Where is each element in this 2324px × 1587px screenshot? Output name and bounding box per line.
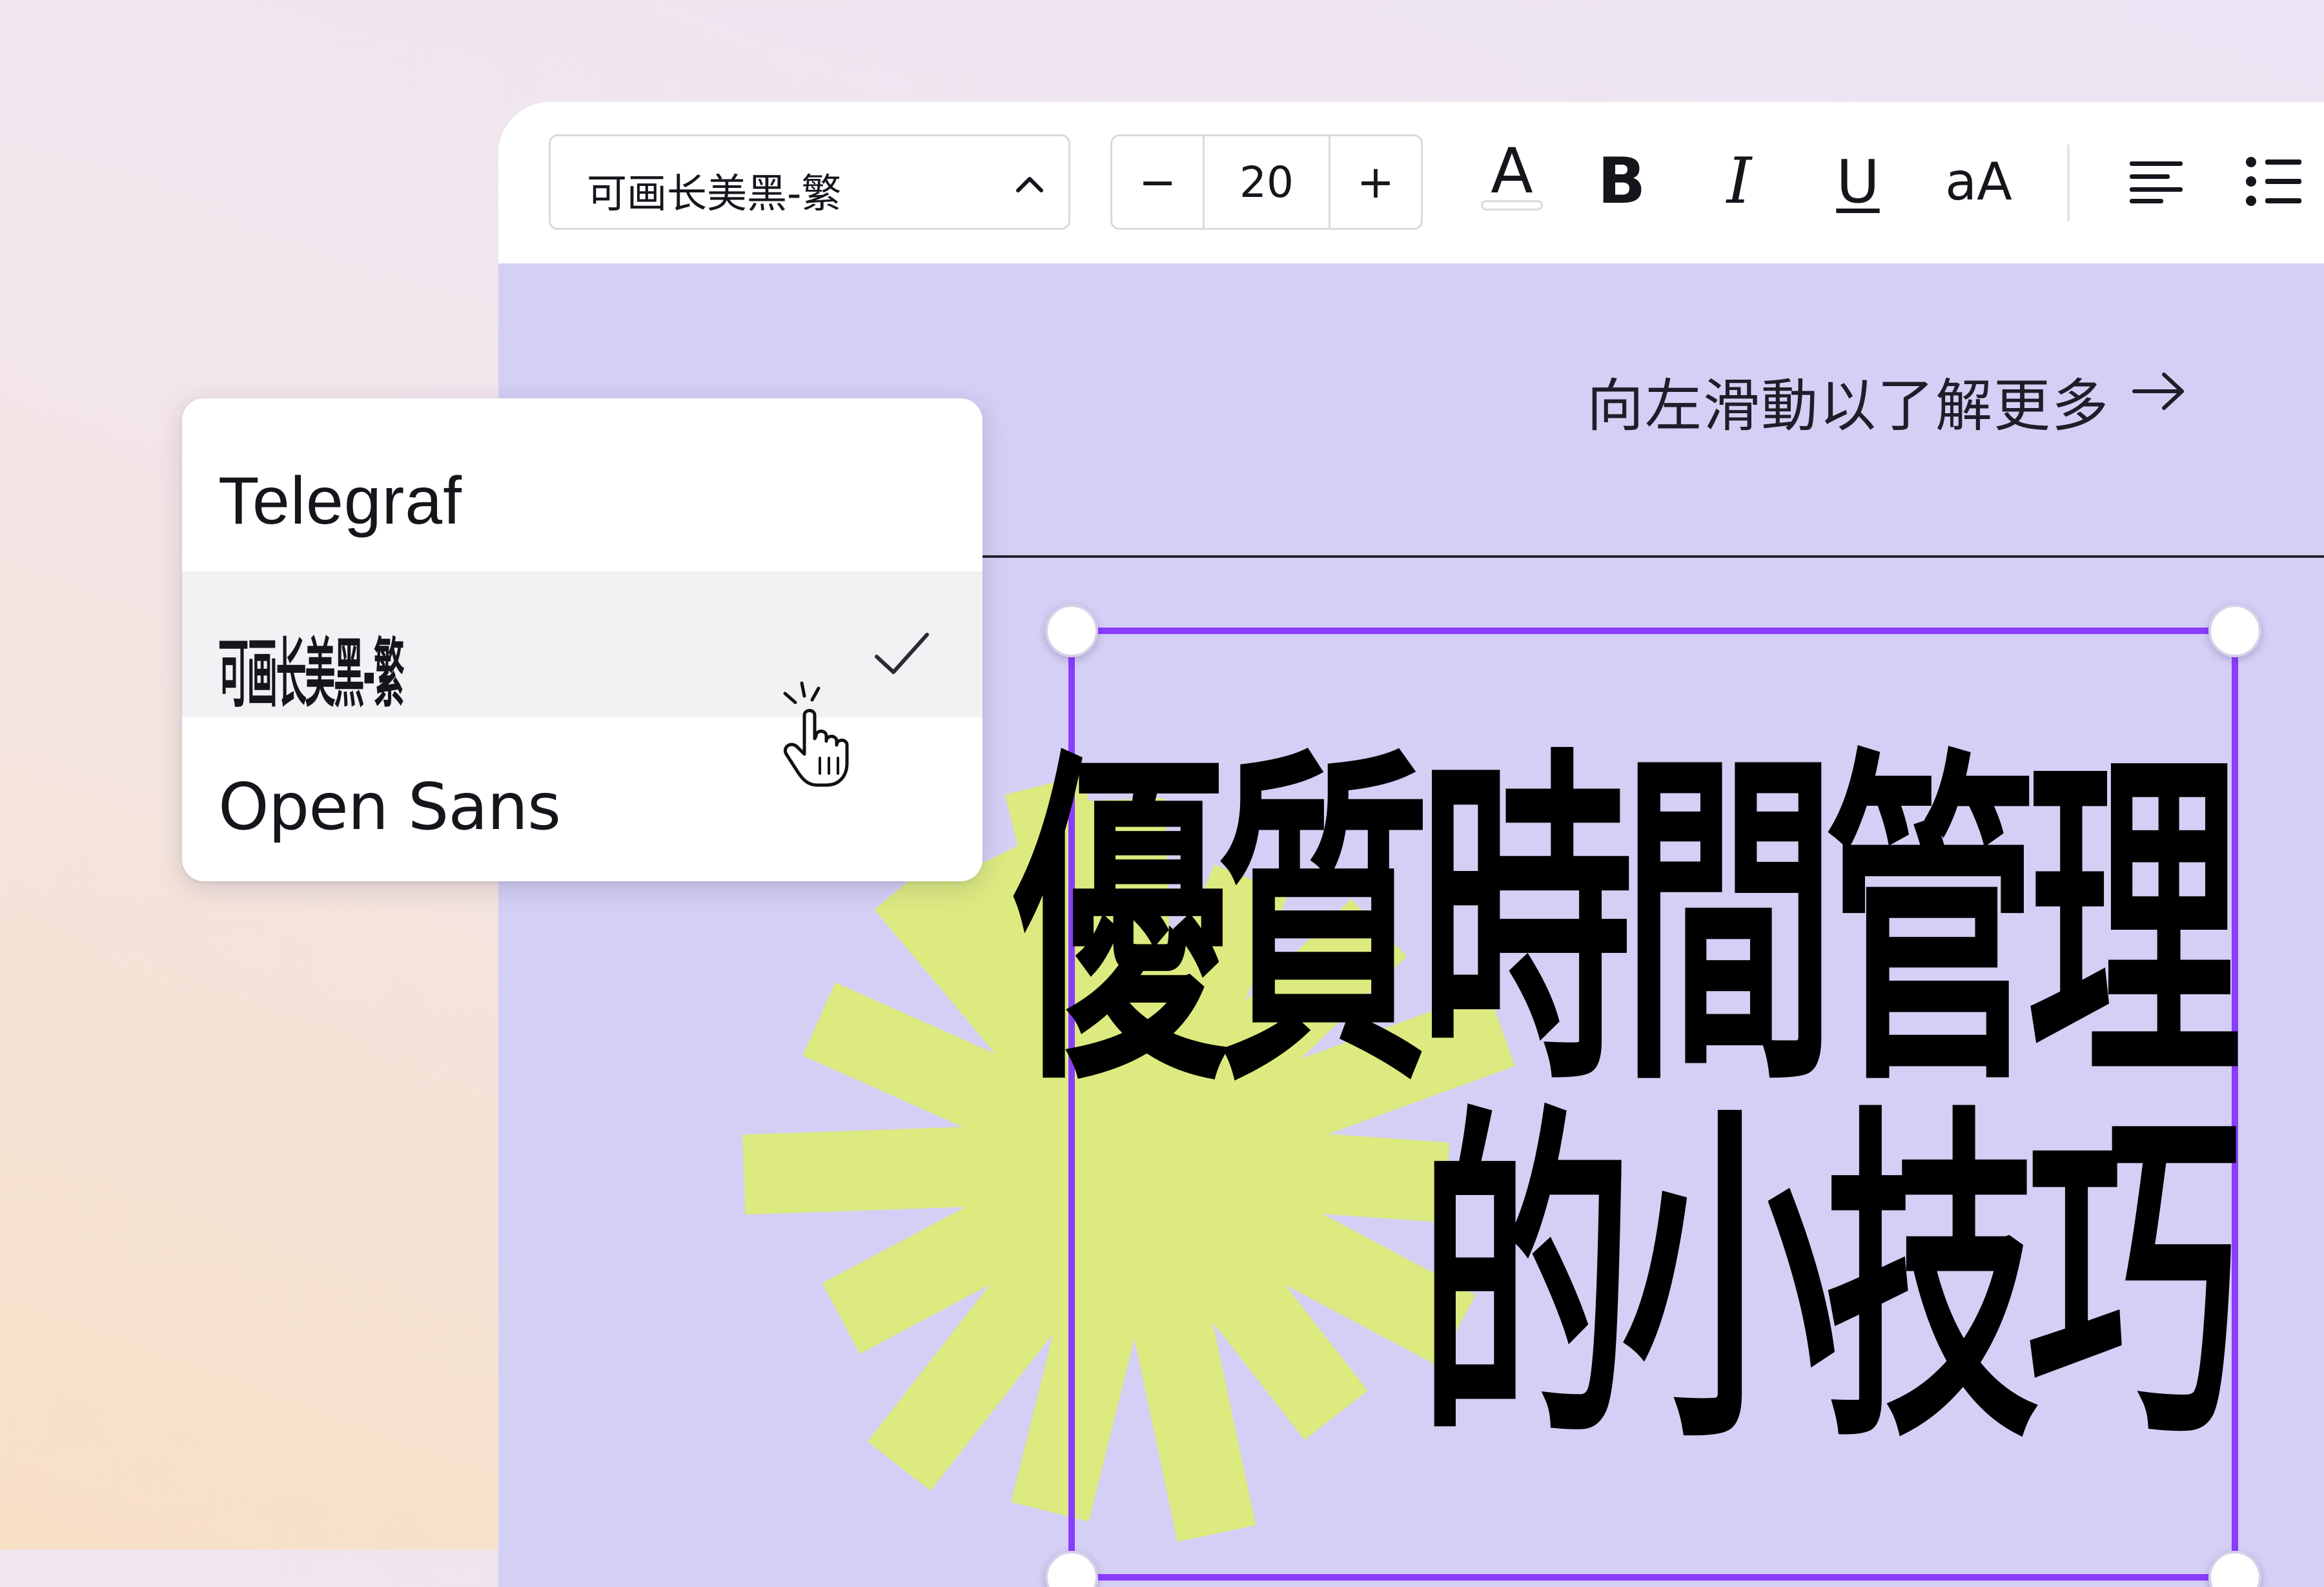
font-option-label: 可画长美黑-繁 <box>218 630 404 718</box>
text-color-swatch <box>1481 200 1543 210</box>
toolbar-divider <box>2067 145 2070 221</box>
font-size-decrease-button[interactable]: − <box>1112 136 1203 228</box>
pointer-hand-icon <box>783 681 849 787</box>
text-align-button[interactable] <box>2117 133 2195 230</box>
font-option-label: Telegraf <box>218 464 462 538</box>
font-dropdown-menu: Telegraf 可画长美黑-繁 Open Sans <box>182 398 983 881</box>
headline-text[interactable]: 優質時間管理 的小技巧 <box>1014 723 2241 1485</box>
text-color-button[interactable]: A <box>1467 133 1557 230</box>
underline-button[interactable]: U <box>1819 133 1897 230</box>
font-option-telegraf[interactable]: Telegraf <box>182 398 983 571</box>
headline-line-1: 優質時間管理 <box>1014 723 2241 1127</box>
font-family-value: 可画长美黑-繁 <box>587 170 842 217</box>
letter-case-icon: aA <box>1945 151 2012 212</box>
align-left-icon <box>2130 161 2183 203</box>
font-size-input[interactable]: 20 <box>1203 136 1330 228</box>
bullet-list-icon <box>2246 157 2301 206</box>
bold-icon: B <box>1597 145 1646 218</box>
text-color-icon: A <box>1491 135 1533 207</box>
checkmark-icon <box>875 633 929 674</box>
italic-icon: I <box>1726 145 1752 218</box>
arrow-right-icon <box>2132 373 2184 410</box>
swipe-hint-text: 向左滑動以了解更多 <box>1587 373 2110 439</box>
bold-button[interactable]: B <box>1583 133 1660 230</box>
font-size-increase-button[interactable]: + <box>1330 136 1421 228</box>
headline-line-2: 的小技巧 <box>1419 1081 2241 1485</box>
bullet-list-button[interactable] <box>2235 133 2312 230</box>
italic-button[interactable]: I <box>1700 133 1778 230</box>
letter-case-button[interactable]: aA <box>1930 133 2027 230</box>
resize-handle-bottom-right[interactable] <box>2208 1551 2261 1587</box>
font-size-stepper: − 20 + <box>1110 134 1423 230</box>
font-family-select[interactable]: 可画长美黑-繁 <box>549 134 1070 230</box>
resize-handle-top-right[interactable] <box>2208 604 2261 657</box>
resize-handle-top-left[interactable] <box>1045 604 1098 657</box>
chevron-up-icon <box>1016 177 1043 192</box>
text-toolbar: 可画长美黑-繁 − 20 + A B I U aA <box>498 102 2324 263</box>
underline-icon: U <box>1836 147 1880 216</box>
font-option-label: Open Sans <box>218 769 561 845</box>
